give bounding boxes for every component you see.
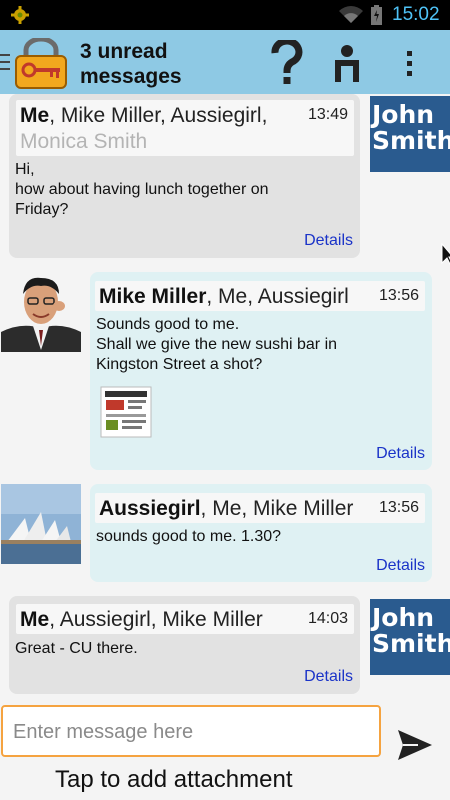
screen-title: 3 unread messages	[80, 40, 182, 88]
menu-icon[interactable]	[0, 52, 10, 72]
message-participants: Aussiegirl, Me, Mike Miller	[99, 497, 354, 520]
sender-name: Mike Miller	[99, 285, 207, 308]
battery-icon	[371, 5, 382, 25]
unread-recipient: Monica Smith	[20, 130, 148, 153]
message-bubble[interactable]: Me, Mike Miller, Aussiegirl, Monica Smit…	[9, 94, 360, 258]
details-link[interactable]: Details	[304, 668, 353, 686]
details-link[interactable]: Details	[376, 557, 425, 575]
message-header: Mike Miller, Me, Aussiegirl 13:56	[95, 281, 425, 311]
avatar	[1, 484, 81, 564]
avatar	[1, 272, 81, 352]
message-time: 13:56	[378, 499, 419, 516]
send-icon[interactable]	[396, 726, 434, 764]
sender-name: Me	[20, 104, 50, 127]
message-time: 13:56	[378, 287, 419, 304]
avatar: John Smith	[370, 96, 450, 172]
message-participants: Me, Mike Miller, Aussiegirl, Monica Smit…	[20, 104, 268, 153]
status-bar: 15:02	[0, 0, 450, 30]
sender-name: Me	[20, 608, 50, 631]
message-header: Me, Mike Miller, Aussiegirl, Monica Smit…	[16, 100, 354, 156]
action-bar: 3 unread messages	[0, 30, 450, 94]
message-text: sounds good to me. 1.30?	[96, 528, 282, 545]
message-bubble[interactable]: Aussiegirl, Me, Mike Miller 13:56 sounds…	[90, 484, 432, 582]
sender-name: Aussiegirl	[99, 497, 201, 520]
message-participants: Me, Aussiegirl, Mike Miller	[20, 608, 263, 631]
add-attachment-button[interactable]: Tap to add attachment	[55, 766, 293, 794]
message-text: Great - CU there.	[15, 640, 138, 657]
clock-time: 15:02	[392, 4, 440, 25]
mouse-cursor-icon	[441, 243, 450, 266]
attachment-thumbnail[interactable]	[100, 386, 152, 438]
message-time: 13:49	[307, 106, 348, 123]
details-link[interactable]: Details	[376, 445, 425, 463]
lock-key-icon[interactable]	[12, 38, 70, 90]
message-bubble[interactable]: Mike Miller, Me, Aussiegirl 13:56 Sounds…	[90, 272, 432, 470]
message-header: Me, Aussiegirl, Mike Miller 14:03	[16, 604, 354, 634]
overflow-icon[interactable]	[404, 50, 416, 78]
details-link[interactable]: Details	[304, 232, 353, 250]
gear-icon	[11, 6, 29, 24]
message-participants: Mike Miller, Me, Aussiegirl	[99, 285, 349, 308]
avatar: John Smith	[370, 599, 450, 675]
message-text: Sounds good to me. Shall we give the new…	[96, 316, 338, 373]
message-time: 14:03	[307, 610, 348, 627]
help-icon[interactable]	[270, 40, 304, 84]
message-header: Aussiegirl, Me, Mike Miller 13:56	[95, 493, 425, 523]
message-text: Hi, how about having lunch together on F…	[15, 161, 269, 218]
message-input-box[interactable]	[1, 705, 381, 757]
wifi-icon	[339, 6, 363, 24]
message-input[interactable]	[13, 717, 368, 747]
contact-icon[interactable]	[332, 44, 362, 82]
message-bubble[interactable]: Me, Aussiegirl, Mike Miller 14:03 Great …	[9, 596, 360, 694]
